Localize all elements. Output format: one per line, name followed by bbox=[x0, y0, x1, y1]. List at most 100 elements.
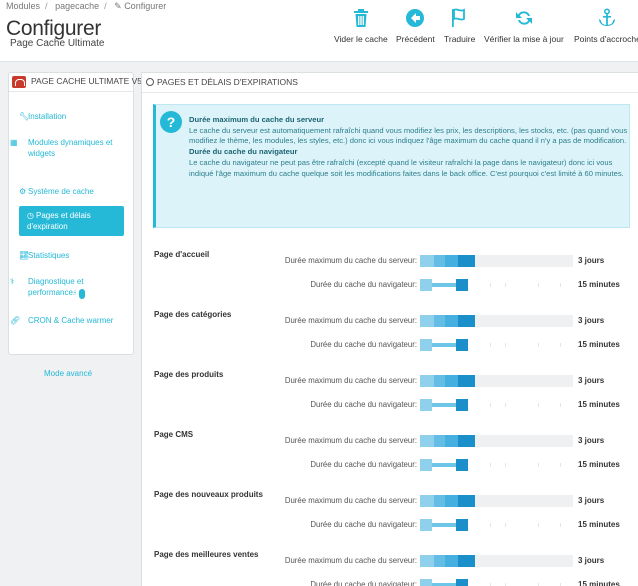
slider-segment bbox=[475, 315, 573, 327]
slider-thumb[interactable] bbox=[463, 555, 475, 567]
slider-fill bbox=[432, 463, 458, 467]
sidebar-item-pages-expiration[interactable]: ◷ Pages et délais d'expiration bbox=[19, 206, 124, 236]
slider-segment bbox=[475, 375, 573, 387]
slider-tick bbox=[538, 463, 539, 467]
page-type-title: Page des catégories bbox=[154, 310, 232, 319]
refresh-icon bbox=[513, 8, 535, 28]
sidebar: PAGE CACHE ULTIMATE V5.1.1 🔧︎Installatio… bbox=[8, 72, 156, 355]
slider-segment bbox=[420, 435, 434, 447]
page-type-title: Page CMS bbox=[154, 430, 194, 439]
slider-segment bbox=[434, 435, 445, 447]
slider-tick bbox=[490, 523, 491, 527]
slider-thumb[interactable] bbox=[456, 579, 468, 586]
slider-segment bbox=[420, 579, 432, 586]
cubes-icon: ▦ bbox=[10, 138, 18, 147]
browser-cache-value: 15 minutes bbox=[578, 460, 620, 469]
slider-fill bbox=[432, 403, 458, 407]
slider-tick bbox=[560, 403, 561, 407]
slider-thumb[interactable] bbox=[456, 339, 468, 351]
slider-thumb[interactable] bbox=[456, 399, 468, 411]
sidebar-item-diagnostics[interactable]: ⚕ Diagnostique et performances 0 bbox=[10, 276, 131, 299]
browser-cache-value: 15 minutes bbox=[578, 280, 620, 289]
browser-cache-label: Durée du cache du navigateur: bbox=[310, 280, 417, 289]
server-info-text: Le cache du serveur est automatiquement … bbox=[189, 125, 628, 146]
slider-segment bbox=[420, 339, 432, 351]
slider-tick bbox=[490, 343, 491, 347]
server-cache-slider[interactable] bbox=[420, 555, 573, 567]
slider-segment bbox=[445, 435, 458, 447]
toolbar-label: Vérifier la mise à jour bbox=[484, 34, 564, 44]
advanced-mode-link[interactable]: Mode avancé bbox=[44, 369, 92, 378]
server-cache-slider[interactable] bbox=[420, 495, 573, 507]
back-button[interactable]: Précédent bbox=[396, 8, 435, 44]
browser-info-title: Durée du cache du navigateur bbox=[189, 147, 298, 157]
server-cache-slider[interactable] bbox=[420, 435, 573, 447]
slider-thumb[interactable] bbox=[456, 459, 468, 471]
server-cache-slider[interactable] bbox=[420, 375, 573, 387]
sidebar-item-cron[interactable]: 🔗︎ CRON & Cache warmer bbox=[10, 315, 131, 326]
slider-tick bbox=[560, 343, 561, 347]
slider-tick bbox=[505, 463, 506, 467]
page-type-title: Page des produits bbox=[154, 370, 224, 379]
sidebar-item-dynamic-modules[interactable]: ▦ Modules dynamiques et widgets bbox=[10, 137, 131, 159]
slider-segment bbox=[420, 255, 434, 267]
server-cache-label: Durée maximum du cache du serveur: bbox=[284, 436, 417, 445]
stethoscope-icon: ⚕ bbox=[10, 277, 15, 286]
slider-thumb[interactable] bbox=[463, 435, 475, 447]
slider-segment bbox=[420, 399, 432, 411]
server-cache-value: 3 jours bbox=[578, 316, 605, 325]
browser-cache-slider[interactable] bbox=[420, 279, 573, 291]
browser-cache-slider[interactable] bbox=[420, 579, 573, 586]
slider-segment bbox=[420, 519, 432, 531]
browser-cache-label: Durée du cache du navigateur: bbox=[310, 340, 417, 349]
toolbar: Vider le cache Précédent Traduire Vérifi… bbox=[0, 8, 638, 58]
browser-cache-slider[interactable] bbox=[420, 459, 573, 471]
slider-segment bbox=[445, 315, 458, 327]
slider-segment bbox=[420, 555, 434, 567]
server-cache-label: Durée maximum du cache du serveur: bbox=[284, 316, 417, 325]
sidebar-title: PAGE CACHE ULTIMATE V5.1.1 bbox=[31, 76, 157, 86]
slider-segment bbox=[420, 279, 432, 291]
translate-button[interactable]: Traduire bbox=[444, 8, 475, 44]
browser-cache-label: Durée du cache du navigateur: bbox=[310, 580, 417, 586]
browser-cache-slider[interactable] bbox=[420, 519, 573, 531]
hooks-button[interactable]: Points d'accroche bbox=[574, 8, 638, 44]
slider-thumb[interactable] bbox=[463, 375, 475, 387]
clear-cache-button[interactable]: Vider le cache bbox=[334, 8, 388, 44]
sidebar-item-installation[interactable]: 🔧︎Installation bbox=[19, 111, 131, 122]
slider-segment bbox=[420, 459, 432, 471]
slider-tick bbox=[505, 403, 506, 407]
slider-thumb[interactable] bbox=[463, 315, 475, 327]
slider-thumb[interactable] bbox=[456, 279, 468, 291]
flag-icon bbox=[449, 8, 471, 28]
slider-segment bbox=[445, 495, 458, 507]
gear-icon: ⚙ bbox=[19, 187, 27, 196]
slider-segment bbox=[445, 555, 458, 567]
check-update-button[interactable]: Vérifier la mise à jour bbox=[484, 8, 564, 44]
slider-thumb[interactable] bbox=[456, 519, 468, 531]
sidebar-item-cache-system[interactable]: ⚙ Système de cache bbox=[19, 186, 131, 197]
slider-segment bbox=[434, 255, 445, 267]
slider-segment bbox=[445, 375, 458, 387]
slider-segment bbox=[434, 375, 445, 387]
toolbar-label: Vider le cache bbox=[334, 34, 388, 44]
slider-tick bbox=[538, 343, 539, 347]
slider-thumb[interactable] bbox=[463, 255, 475, 267]
server-cache-slider[interactable] bbox=[420, 315, 573, 327]
server-cache-value: 3 jours bbox=[578, 436, 605, 445]
chart-icon: 📈︎ bbox=[19, 251, 30, 260]
slider-thumb[interactable] bbox=[463, 495, 475, 507]
server-cache-value: 3 jours bbox=[578, 256, 605, 265]
toolbar-label: Points d'accroche bbox=[574, 34, 638, 44]
arrow-left-icon bbox=[404, 8, 426, 28]
slider-tick bbox=[538, 283, 539, 287]
slider-tick bbox=[490, 403, 491, 407]
browser-cache-slider[interactable] bbox=[420, 399, 573, 411]
server-cache-slider[interactable] bbox=[420, 255, 573, 267]
slider-tick bbox=[505, 283, 506, 287]
sidebar-item-statistics[interactable]: 📈︎Statistiques bbox=[19, 250, 131, 261]
toolbar-label: Traduire bbox=[444, 34, 476, 44]
clock-icon bbox=[146, 78, 154, 86]
trash-icon bbox=[350, 8, 372, 28]
browser-cache-slider[interactable] bbox=[420, 339, 573, 351]
